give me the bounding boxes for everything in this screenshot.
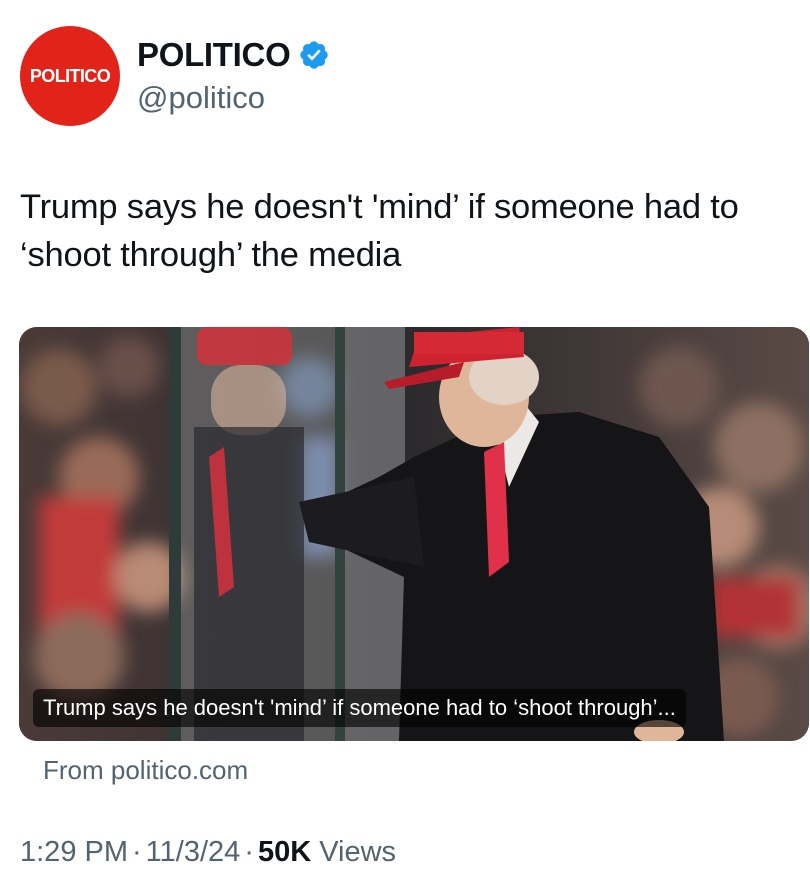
handle[interactable]: @politico	[137, 80, 330, 116]
views-count[interactable]: 50K	[258, 836, 311, 868]
card-caption: Trump says he doesn't 'mind’ if someone …	[33, 689, 686, 727]
tweet-meta: 1:29 PM · 11/3/24 · 50K Views	[20, 836, 396, 869]
views-label: Views	[319, 836, 397, 868]
tweet-header: POLITICO POLITICO @politico	[20, 26, 330, 126]
display-name-row[interactable]: POLITICO	[137, 36, 330, 74]
tweet-date[interactable]: 11/3/24	[146, 836, 241, 868]
tweet-time[interactable]: 1:29 PM	[20, 836, 128, 868]
link-card[interactable]: Trump says he doesn't 'mind’ if someone …	[19, 327, 809, 741]
tweet-text: Trump says he doesn't 'mind’ if someone …	[20, 188, 739, 274]
author-names: POLITICO @politico	[137, 36, 330, 116]
separator-dot: ·	[244, 836, 254, 868]
separator-dot: ·	[132, 836, 142, 868]
card-source-link[interactable]: From politico.com	[43, 755, 248, 786]
verified-badge-icon[interactable]	[298, 39, 330, 71]
avatar-logo-text: POLITICO	[29, 65, 111, 86]
article-photo	[19, 327, 809, 741]
avatar[interactable]: POLITICO	[20, 26, 120, 126]
display-name[interactable]: POLITICO	[137, 36, 291, 74]
